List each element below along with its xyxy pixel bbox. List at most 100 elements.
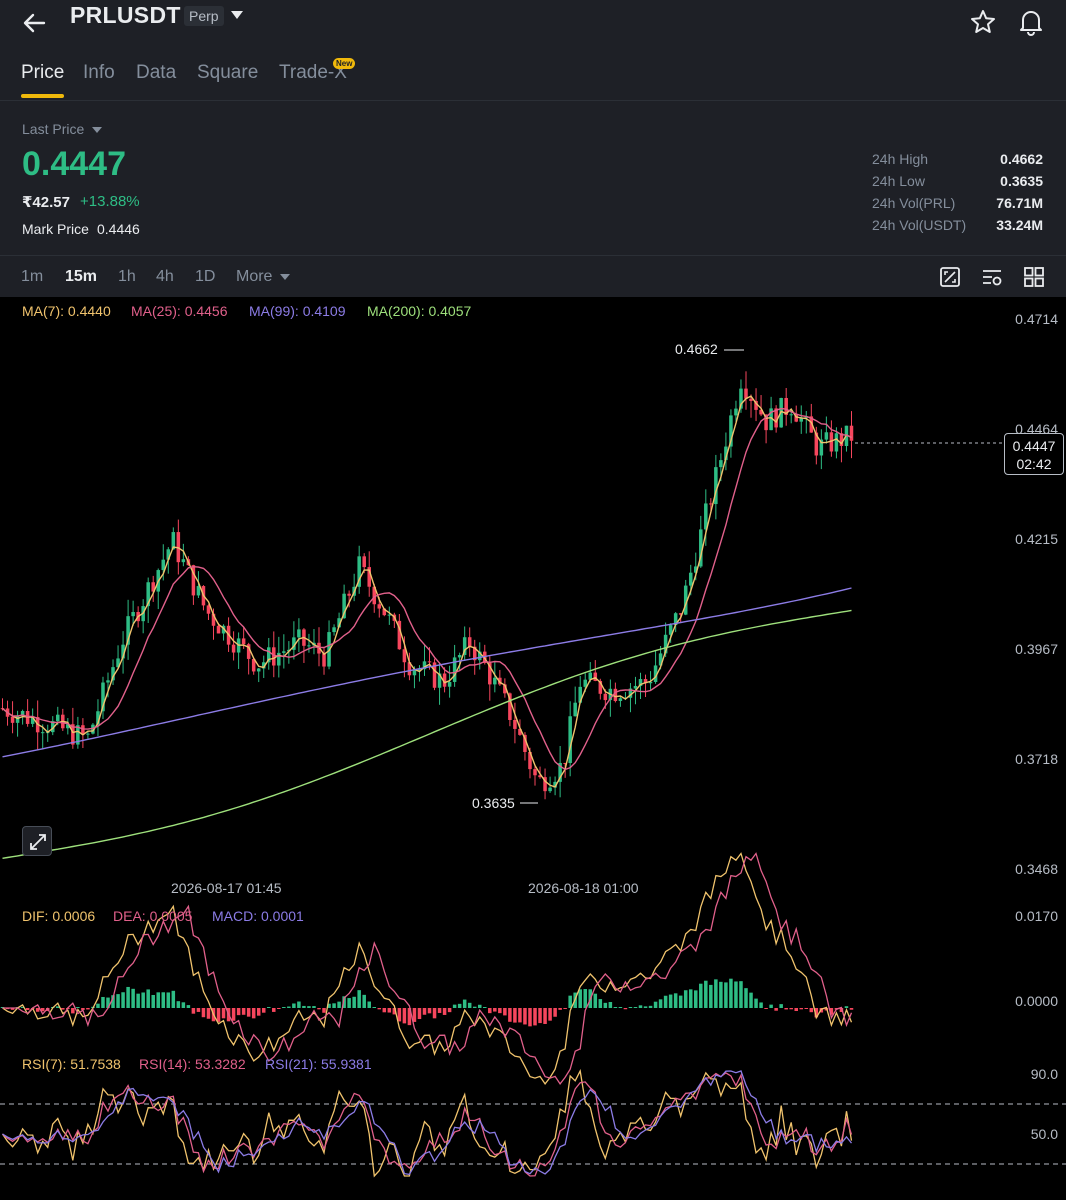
tab-square[interactable]: Square xyxy=(197,62,258,84)
macd-histogram-bar xyxy=(503,1008,507,1016)
macd-histogram-bar xyxy=(578,989,582,1008)
macd-histogram-bar xyxy=(452,1004,457,1008)
macd-histogram-bar xyxy=(553,1008,557,1017)
interval-15m[interactable]: 15m xyxy=(65,268,97,286)
tab-price[interactable]: Price xyxy=(21,62,64,84)
interval-1h[interactable]: 1h xyxy=(118,268,136,286)
ma7-legend: MA(7): 0.4440 xyxy=(22,303,111,319)
macd-dif-line xyxy=(2,852,853,1086)
stat-value-low: 0.3635 xyxy=(1000,173,1043,189)
macd-histogram-bar xyxy=(543,1008,547,1024)
macd-histogram-bar xyxy=(638,1005,643,1008)
stat-value-vol-base: 76.71M xyxy=(996,195,1043,211)
tab-data[interactable]: Data xyxy=(136,62,176,84)
price-axis-tick: 0.3718 xyxy=(1015,751,1058,767)
macd-histogram-bar xyxy=(749,992,753,1008)
low-marker-label: 0.3635 xyxy=(472,795,515,811)
macd-histogram-bar xyxy=(357,990,361,1008)
macd-histogram-bar xyxy=(608,1002,613,1008)
back-arrow-icon[interactable] xyxy=(20,8,50,38)
rsi7-legend: RSI(7): 51.7538 xyxy=(22,1056,121,1072)
interval-1m[interactable]: 1m xyxy=(21,268,43,286)
stat-value-high: 0.4662 xyxy=(1000,151,1043,167)
candle-countdown: 02:42 xyxy=(1016,456,1052,472)
chart-area[interactable]: MA(7): 0.4440 MA(25): 0.4456 MA(99): 0.4… xyxy=(0,297,1066,1200)
interval-4h[interactable]: 4h xyxy=(156,268,174,286)
macd-histogram-bar xyxy=(714,979,718,1008)
fullscreen-button[interactable] xyxy=(22,826,52,856)
macd-histogram-bar xyxy=(302,1005,306,1008)
interval-more[interactable]: More xyxy=(236,268,290,286)
macd-histogram-bar xyxy=(277,1008,281,1009)
candle-body xyxy=(618,698,623,702)
macd-histogram-bar xyxy=(643,1006,648,1008)
candle-body xyxy=(377,604,382,609)
macd-histogram-bar xyxy=(683,990,688,1008)
macd-histogram-bar xyxy=(668,994,673,1008)
macd-histogram-bar xyxy=(744,988,748,1008)
star-icon[interactable] xyxy=(970,9,996,35)
candle-body xyxy=(493,677,497,685)
price-panel: Last Price 0.4447 ₹42.57 +13.88% Mark Pr… xyxy=(0,100,1066,255)
grid-layout-icon[interactable] xyxy=(1023,266,1045,288)
macd-histogram-bar xyxy=(267,1007,271,1008)
candle-body xyxy=(603,693,608,701)
price-axis-tick: 0.3967 xyxy=(1015,641,1058,657)
macd-histogram-bar xyxy=(804,1008,809,1009)
macd-histogram-bar xyxy=(146,989,150,1008)
macd-histogram-bar xyxy=(784,1008,788,1010)
tab-info[interactable]: Info xyxy=(83,62,115,84)
candle-body xyxy=(347,593,351,596)
macd-histogram-bar xyxy=(101,996,105,1008)
rsi7-line xyxy=(1,1068,853,1178)
candle-body xyxy=(734,408,738,416)
candle-body xyxy=(824,432,829,440)
macd-value-legend: MACD: 0.0001 xyxy=(212,908,304,924)
rsi-panel xyxy=(0,1068,1066,1178)
chart-compare-icon[interactable] xyxy=(939,266,961,288)
candle-body xyxy=(789,414,793,416)
macd-histogram-bar xyxy=(844,1006,849,1008)
macd-histogram-bar xyxy=(442,1008,447,1015)
expand-icon xyxy=(30,834,46,850)
macd-histogram-bar xyxy=(131,988,135,1008)
contract-type-badge: Perp xyxy=(184,6,224,26)
last-price-selector[interactable]: Last Price xyxy=(22,121,103,137)
macd-axis-tick: 0.0170 xyxy=(1015,908,1058,924)
chevron-down-icon[interactable] xyxy=(230,9,244,21)
macd-histogram-bar xyxy=(467,1002,472,1008)
candle-body xyxy=(412,670,417,676)
macd-histogram-bar xyxy=(849,1008,854,1010)
macd-histogram-bar xyxy=(236,1008,241,1016)
stat-label-vol-quote: 24h Vol(USDT) xyxy=(872,217,967,233)
macd-histogram-bar xyxy=(251,1008,256,1019)
macd-histogram-bar xyxy=(201,1008,206,1018)
symbol-title[interactable]: PRLUSDT xyxy=(70,2,181,29)
macd-histogram-bar xyxy=(603,1002,608,1008)
macd-histogram-bar xyxy=(256,1008,261,1016)
macd-histogram-bar xyxy=(618,1007,623,1008)
macd-histogram-bar xyxy=(568,995,572,1008)
caret-down-icon xyxy=(279,274,290,280)
macd-histogram-bar xyxy=(61,1008,65,1010)
candle-body xyxy=(10,716,15,723)
ma99-legend: MA(99): 0.4109 xyxy=(249,303,346,319)
macd-histogram-bar xyxy=(779,1004,783,1008)
macd-histogram-bar xyxy=(663,995,668,1008)
chart-settings-icon[interactable] xyxy=(981,266,1003,288)
interval-1d[interactable]: 1D xyxy=(195,268,215,286)
macd-histogram-bar xyxy=(774,1008,778,1011)
macd-histogram-bar xyxy=(246,1008,251,1017)
macd-histogram-bar xyxy=(261,1008,266,1013)
last-price-value: 0.4447 xyxy=(22,145,126,183)
macd-histogram-bar xyxy=(623,1008,628,1010)
macd-histogram-bar xyxy=(658,999,663,1008)
candle-body xyxy=(131,612,135,617)
macd-histogram-bar xyxy=(734,981,738,1008)
macd-histogram-bar xyxy=(25,1008,30,1011)
candle-body xyxy=(307,645,311,647)
bell-icon[interactable] xyxy=(1018,8,1044,36)
candle-body xyxy=(467,637,472,647)
macd-histogram-bar xyxy=(493,1008,497,1012)
ma25-legend: MA(25): 0.4456 xyxy=(131,303,228,319)
